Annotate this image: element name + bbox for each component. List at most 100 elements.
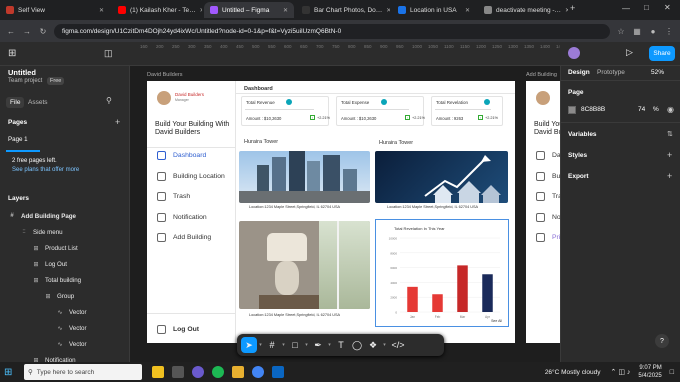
interior-photo[interactable] (239, 221, 370, 309)
copilot-icon[interactable] (192, 366, 204, 378)
see-plans-link[interactable]: See plans that offer more (12, 167, 79, 173)
tab-design[interactable]: Design (568, 69, 590, 76)
building-photo-1[interactable] (239, 151, 370, 203)
page-1-item[interactable]: Page 1 (8, 136, 28, 143)
layer-item[interactable]: ∿ Vector (0, 306, 129, 318)
comment-tool-icon[interactable]: ◯ (349, 337, 365, 353)
app-icon[interactable] (152, 366, 164, 378)
frame-label[interactable]: David Builders (147, 72, 182, 78)
frame-label-2[interactable]: Add Building (526, 72, 557, 78)
stat-card[interactable]: Total Expense Amount : $10,2630 ↑ +2.21% (336, 96, 425, 126)
stat-card[interactable]: Total Revenue Amount : $10,2630 ↑ +2.21% (241, 96, 330, 126)
avatar[interactable] (568, 47, 580, 59)
reload-icon[interactable]: ↻ (38, 27, 48, 36)
styles-label[interactable]: Styles (568, 152, 587, 159)
chevron-down-icon[interactable]: ▾ (280, 342, 287, 348)
layer-item[interactable]: ∿ Vector (0, 338, 129, 350)
browser-tab[interactable]: (1) Kailash Kher - Te… ✕ (112, 2, 202, 18)
close-icon[interactable]: ✕ (386, 7, 390, 14)
sidebar-item[interactable]: Trash (157, 192, 190, 201)
canvas[interactable]: David Builders Add Building David Builde… (130, 66, 560, 362)
file-title[interactable]: Untitled (8, 68, 36, 77)
clock[interactable]: 9:07 PM 5/4/2025 (638, 364, 661, 380)
close-icon[interactable]: ✕ (465, 7, 470, 14)
profile-icon[interactable]: ● (648, 27, 658, 36)
chevron-down-icon[interactable]: ▾ (381, 342, 388, 348)
stat-card[interactable]: Total Revelation Amount : 9263 ↑ +2.21% (431, 96, 503, 126)
chrome-icon[interactable] (212, 366, 224, 378)
page-color-swatch[interactable] (568, 106, 576, 114)
layer-item[interactable]: ⊞ Notification (0, 354, 129, 363)
tray-icons[interactable]: ⌃ ◫ ♪ (611, 368, 631, 376)
present-icon[interactable]: ▷ (626, 47, 633, 58)
design-frame[interactable]: David Builders Manager Build Your Buildi… (147, 81, 515, 343)
frame-tool-icon[interactable]: # (264, 337, 280, 353)
tab-file[interactable]: File (6, 97, 25, 108)
settings-icon[interactable]: ⇅ (667, 130, 673, 138)
layer-item[interactable]: ∿ Vector (0, 322, 129, 334)
page-color-hex[interactable]: 8C8B8B (581, 106, 605, 113)
chevron-down-icon[interactable]: ▾ (326, 342, 333, 348)
windows-start-icon[interactable]: ⊞ (4, 367, 18, 378)
minimize-icon[interactable]: — (622, 4, 630, 13)
browser-tab[interactable]: deactivate meeting -… ✕ (478, 2, 568, 18)
variables-label[interactable]: Variables (568, 131, 597, 138)
sidebar-item[interactable]: Dashboard (157, 151, 206, 160)
rectangle-tool-icon[interactable]: □ (287, 337, 303, 353)
chevron-down-icon[interactable]: ▾ (257, 342, 264, 348)
revenue-chart[interactable]: Total Revelation In This Year 10000 8000 60… (375, 219, 509, 327)
close-window-icon[interactable]: ✕ (664, 3, 671, 12)
share-button[interactable]: Share (649, 46, 675, 61)
close-icon[interactable]: ✕ (200, 7, 202, 14)
components-tool-icon[interactable]: ❖ (365, 337, 381, 353)
url-field[interactable]: figma.com/design/U1CzitDm4DOjh24yd4ixWc/… (54, 23, 610, 39)
search-icon[interactable]: ⚲ (106, 96, 112, 105)
panel-toggle-icon[interactable]: ◫ (104, 48, 113, 59)
page-opacity[interactable]: 74 (638, 106, 645, 113)
weather-text[interactable]: 26°C Mostly cloudy (545, 369, 601, 376)
close-icon[interactable]: ✕ (99, 7, 104, 14)
browser-icon[interactable] (252, 366, 264, 378)
eye-icon[interactable]: ◉ (667, 105, 674, 114)
back-icon[interactable]: ← (6, 27, 16, 36)
layer-item[interactable]: ⊞ Group (0, 290, 129, 302)
star-icon[interactable]: ☆ (616, 27, 626, 36)
forward-icon[interactable]: → (22, 27, 32, 36)
close-icon[interactable]: ✕ (283, 7, 288, 14)
explorer-icon[interactable] (232, 366, 244, 378)
task-view-icon[interactable] (172, 366, 184, 378)
layer-item[interactable]: ⊞ Log Out (0, 258, 129, 270)
layer-item[interactable]: :: Side menu (0, 226, 129, 238)
dev-mode-icon[interactable]: </> (388, 337, 408, 353)
browser-tab[interactable]: Self View ✕ (0, 2, 110, 18)
add-page-icon[interactable]: + (115, 117, 120, 127)
sidebar-item[interactable]: Tras (536, 192, 560, 201)
logout-button[interactable]: Log Out (157, 325, 199, 334)
browser-tab[interactable]: Untitled – Figma ✕ (204, 2, 294, 18)
store-icon[interactable] (272, 366, 284, 378)
export-label[interactable]: Export (568, 173, 589, 180)
sidebar-item[interactable]: Building Location (157, 171, 225, 181)
design-frame-2[interactable]: Build Your Building With David Builders … (526, 81, 560, 343)
close-icon[interactable]: ✕ (565, 7, 568, 14)
sidebar-item[interactable]: Noti (536, 212, 560, 222)
sidebar-item[interactable]: Notification (157, 212, 207, 222)
text-tool-icon[interactable]: T (333, 337, 349, 353)
layer-item[interactable]: ⊞ Product List (0, 242, 129, 254)
maximize-icon[interactable]: □ (644, 3, 649, 12)
browser-tab[interactable]: Location in USA ✕ (392, 2, 476, 18)
figma-menu-icon[interactable]: ⊞ (8, 48, 16, 59)
chevron-down-icon[interactable]: ▾ (303, 342, 310, 348)
notification-icon[interactable]: □ (670, 369, 674, 376)
help-button[interactable]: ? (655, 334, 669, 348)
browser-tab[interactable]: Bar Chart Photos, Do… ✕ (296, 2, 390, 18)
layer-item[interactable]: # Add Building Page (0, 210, 129, 222)
building-photo-2[interactable] (375, 151, 508, 203)
add-export-icon[interactable]: + (667, 171, 672, 181)
new-tab-icon[interactable]: + (570, 3, 575, 13)
move-tool-icon[interactable]: ➤ (241, 337, 257, 353)
layer-item[interactable]: ⊞ Total building (0, 274, 129, 286)
add-style-icon[interactable]: + (667, 150, 672, 160)
sidebar-item[interactable]: Prin (536, 233, 560, 242)
tab-assets[interactable]: Assets (28, 99, 48, 106)
